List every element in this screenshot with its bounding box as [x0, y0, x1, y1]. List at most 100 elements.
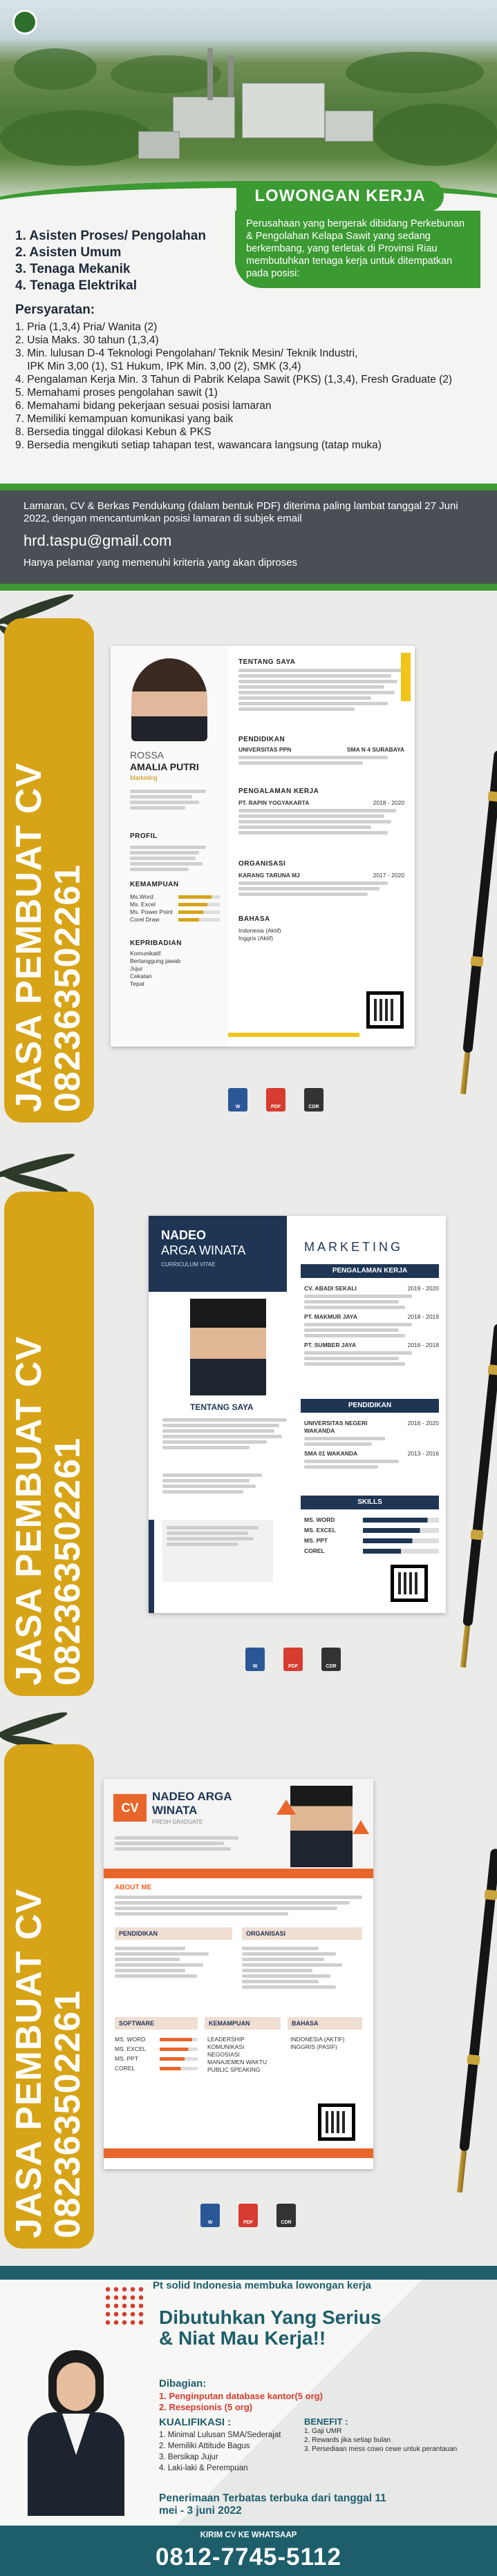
- benefit-item: 2. Rewards jika setiap bulan: [304, 2436, 391, 2444]
- exp-company: PT. MAKMUR JAYA: [304, 1313, 357, 1320]
- apply-email-link[interactable]: hrd.taspu@gmail.com: [24, 532, 171, 550]
- cv-heading: MARKETING: [304, 1240, 404, 1254]
- skill-label: Ms. Excel: [130, 901, 156, 908]
- requirement-item: 3. Min. lulusan D-4 Teknologi Pengolahan…: [15, 347, 358, 359]
- jasa-cv-badge: JASA PEMBUAT CV 082363502261: [4, 1192, 94, 1696]
- cv-last-name: AMALIA PUTRI: [130, 761, 199, 772]
- promo-footer: KIRIM CV KE WHATSAAP 0812-7745-5112: [0, 2526, 497, 2576]
- position-item: 3. Tenaga Mekanik: [15, 262, 131, 276]
- cv-lang-heading: BAHASA: [288, 2017, 362, 2030]
- cv-profile-heading: PROFIL: [130, 832, 158, 840]
- cv-first-name: NADEO: [161, 1228, 207, 1242]
- jasa-cv-phone: 082363502261: [48, 1990, 88, 2238]
- cv-edu-heading: PENDIDIKAN: [115, 1927, 232, 1940]
- requirement-item: 6. Memahami bidang pekerjaan sesuai posi…: [15, 400, 272, 412]
- ability-list: LEADERSHIP KOMUNIKASI NEGOSIASI MANAJEME…: [207, 2036, 283, 2074]
- cv-exp-heading: PENGALAMAN KERJA: [238, 788, 319, 795]
- skill-bar: [363, 1549, 439, 1554]
- promo-benefit-list: BENEFIT : 1. Gaji UMR 2. Rewards jika se…: [304, 2416, 491, 2454]
- exp-years: 2018 - 2020: [373, 799, 404, 806]
- position-item: 4. Tenaga Elektrikal: [15, 278, 138, 293]
- trait: Cekatan: [130, 973, 152, 980]
- word-file-icon: W: [245, 1648, 265, 1671]
- cv-first-name: ROSSA: [130, 750, 165, 761]
- whatsapp-phone-link[interactable]: 0812-7745-5112: [0, 2544, 497, 2571]
- requirement-item: IPK Min 3,00 (1), S1 Hukum, IPK Min. 3,0…: [15, 361, 301, 372]
- qualification-item: 4. Laki-laki & Perempuan: [159, 2464, 248, 2472]
- pdf-file-icon: PDF: [238, 2204, 258, 2227]
- ability-item: PUBLIC SPEAKING: [207, 2066, 261, 2073]
- cv-badge: CV: [113, 1794, 147, 1822]
- edu-item: SMA N 4 SURABAYA: [346, 746, 404, 753]
- jasa-cv-label: JASA PEMBUAT CV: [9, 1335, 49, 1686]
- cv-org-heading: ORGANISASI: [242, 1927, 362, 1940]
- skill-bar: [363, 1518, 439, 1523]
- company-logo: [12, 10, 37, 35]
- promo-big-title: Dibutuhkan Yang Serius & Niat Mau Kerja!…: [159, 2307, 382, 2349]
- requirement-item: 2. Usia Maks. 30 tahun (1,3,4): [15, 334, 159, 346]
- cv-last-name: ARGA WINATA: [161, 1243, 246, 1257]
- software-bar: [160, 2057, 198, 2061]
- cv-role: CURRICULUM VITAE: [161, 1261, 216, 1268]
- position-item: 2. Asisten Umum: [15, 245, 122, 260]
- software-bar: [160, 2048, 198, 2051]
- benefit-item: 3. Persediaan mess cowo cewe untuk peran…: [304, 2445, 458, 2453]
- trait: Jujur: [130, 965, 143, 972]
- vacancy-section: LOWONGAN KERJA Perusahaan yang bergerak …: [0, 0, 497, 591]
- trait: Bertanggung jawab: [130, 957, 181, 964]
- software-label: MS. PPT: [115, 2055, 139, 2062]
- skill-label: MS. PPT: [304, 1537, 328, 1544]
- cv-traits: Komunikatif Bertanggung jawab Jujur Ceka…: [130, 950, 180, 988]
- skill-bar: [178, 918, 220, 922]
- pen-decoration: [456, 1323, 497, 1668]
- ability-item: MANAJEMEN WAKTU: [207, 2059, 268, 2065]
- edu-years: 2016 - 2020: [407, 1420, 439, 1427]
- pdf-file-icon: PDF: [283, 1648, 303, 1671]
- cv-skills-heading: SKILLS: [301, 1496, 439, 1509]
- vacancy-title: LOWONGAN KERJA: [236, 181, 444, 211]
- cv-role: FRESH GRADUATE: [152, 1819, 203, 1825]
- skill-bar: [178, 903, 220, 906]
- promo-headline: Pt solid Indonesia membuka lowongan kerj…: [153, 2280, 371, 2291]
- exp-company: PT. SUMBER JAYA: [304, 1342, 356, 1348]
- exp-company: CV. ABADI SEKALI: [304, 1285, 357, 1292]
- person-photo: [21, 2350, 131, 2516]
- cv-first-name: NADEO ARGA: [152, 1790, 232, 1803]
- jasa-cv-label: JASA PEMBUAT CV: [9, 1888, 49, 2238]
- cv-promo-section-1: JASA PEMBUAT CV 082363502261 ROSSA AMALI…: [0, 591, 497, 1150]
- org-name: KARANG TARUNA MJ: [238, 872, 300, 879]
- skill-label: Ms.Word: [130, 893, 153, 900]
- qr-code: [366, 991, 404, 1029]
- aerial-factory-photo: [0, 0, 497, 211]
- positions-list: 1. Asisten Proses/ Pengolahan 2. Asisten…: [15, 228, 223, 294]
- benefit-title: BENEFIT :: [304, 2416, 348, 2427]
- cv-promo-section-2: JASA PEMBUAT CV 082363502261 NADEO ARGA …: [0, 1150, 497, 1703]
- cv-skill-list: Ms.Word Ms. Excel Ms. Power Point Corel …: [130, 893, 220, 924]
- skill-list: MS. WORD MS. EXCEL MS. PPT COREL: [304, 1516, 439, 1558]
- pen-decoration: [452, 1848, 497, 2193]
- trait: Tepat: [130, 980, 144, 987]
- jasa-cv-label: JASA PEMBUAT CV: [9, 762, 49, 1112]
- word-file-icon: W: [228, 1088, 247, 1112]
- ability-item: NEGOSIASI: [207, 2051, 240, 2058]
- avatar: [290, 1786, 353, 1867]
- cv-sample-rossa: ROSSA AMALIA PUTRI Marketing PROFIL KEMA…: [111, 646, 415, 1047]
- skill-label: MS. EXCEL: [304, 1527, 336, 1534]
- language-item: INGGRIS (PASIF): [290, 2043, 337, 2050]
- lang-item: Indonesia (Aktif): [238, 927, 281, 934]
- edu-item: UNIVERSITAS NEGERI WAKANDA: [304, 1420, 368, 1434]
- qr-code: [318, 2103, 355, 2141]
- cdr-file-icon: CDR: [321, 1648, 341, 1671]
- apply-text: Lamaran, CV & Berkas Pendukung (dalam be…: [24, 500, 458, 524]
- cv-org-heading: ORGANISASI: [238, 860, 286, 868]
- ability-item: KOMUNIKASI: [207, 2043, 245, 2050]
- cv-software-heading: SOFTWARE: [115, 2017, 198, 2030]
- jasa-cv-phone: 082363502261: [48, 864, 88, 1112]
- avatar: [190, 1299, 266, 1395]
- jasa-cv-phone: 082363502261: [48, 1437, 88, 1686]
- jasa-cv-badge: JASA PEMBUAT CV 082363502261: [4, 618, 94, 1123]
- skill-bar: [178, 895, 220, 899]
- exp-company: PT. RAPIN YOGYAKARTA: [238, 799, 310, 806]
- cv-sample-nadeo: NADEO ARGA WINATA CURRICULUM VITAE TENTA…: [149, 1216, 446, 1613]
- software-label: MS. WORD: [115, 2036, 146, 2043]
